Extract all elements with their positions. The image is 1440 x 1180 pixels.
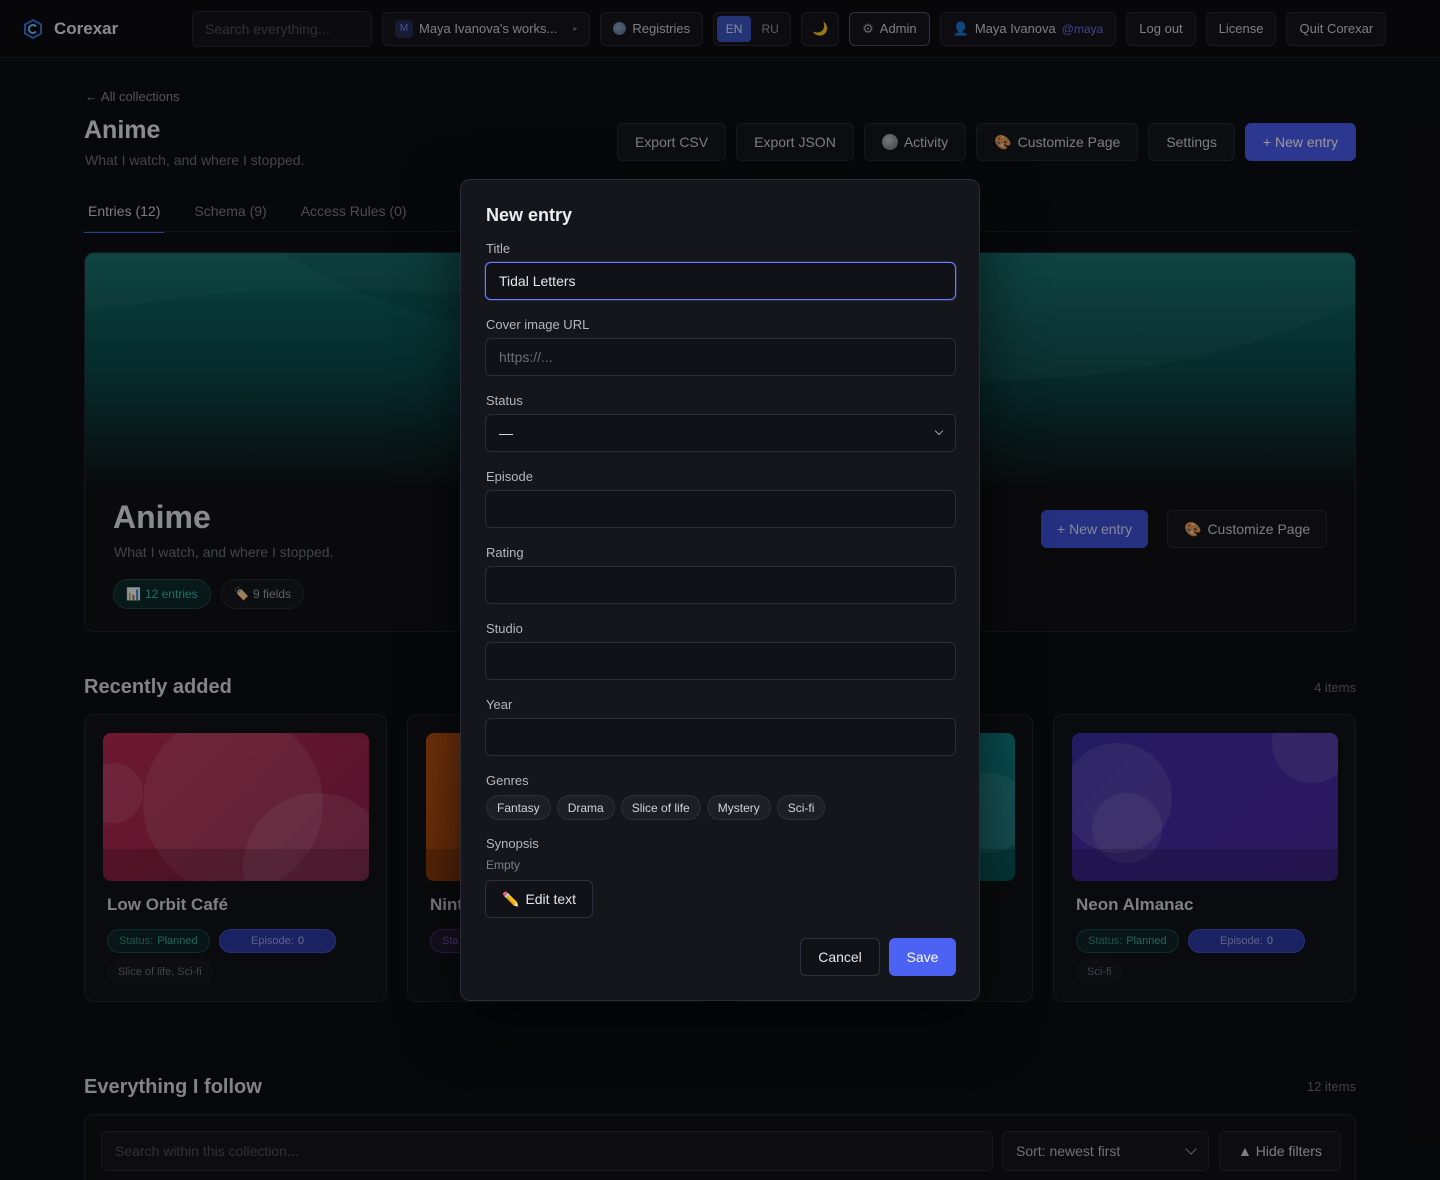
genre-chip-fantasy[interactable]: Fantasy: [486, 795, 551, 820]
episode-field-label: Episode: [486, 469, 533, 484]
save-button[interactable]: Save: [889, 938, 956, 976]
genres-options: Fantasy Drama Slice of life Mystery Sci-…: [486, 795, 826, 820]
cover-url-field[interactable]: [485, 338, 956, 376]
cover-url-field-label: Cover image URL: [486, 317, 590, 332]
edit-synopsis-button[interactable]: ✏️ Edit text: [485, 880, 594, 918]
status-field-label: Status: [486, 393, 523, 408]
genres-field-label: Genres: [486, 773, 529, 788]
dialog-title: New entry: [486, 205, 573, 225]
status-select-value: —: [499, 425, 513, 441]
episode-field[interactable]: [485, 490, 956, 528]
new-entry-dialog: New entry Title Cover image URL Status —…: [460, 179, 980, 1001]
title-field-label: Title: [486, 241, 511, 256]
studio-field-label: Studio: [486, 621, 523, 636]
rating-field-label: Rating: [486, 545, 524, 560]
studio-field[interactable]: [485, 642, 956, 680]
genre-chip-mystery[interactable]: Mystery: [706, 795, 771, 820]
synopsis-empty-text: Empty: [486, 858, 521, 872]
genre-chip-drama[interactable]: Drama: [556, 795, 615, 820]
pencil-icon: ✏️: [502, 890, 520, 907]
edit-text-label: Edit text: [525, 891, 577, 907]
year-field[interactable]: [485, 718, 956, 756]
year-field-label: Year: [486, 697, 513, 712]
genre-chip-sci-fi[interactable]: Sci-fi: [776, 795, 826, 820]
genre-chip-slice-of-life[interactable]: Slice of life: [620, 795, 701, 820]
chevron-down-icon: [934, 426, 944, 436]
title-field[interactable]: [485, 262, 956, 300]
rating-field[interactable]: [485, 566, 956, 604]
cancel-button[interactable]: Cancel: [800, 938, 880, 976]
status-select[interactable]: —: [485, 414, 956, 452]
synopsis-field-label: Synopsis: [486, 836, 539, 851]
